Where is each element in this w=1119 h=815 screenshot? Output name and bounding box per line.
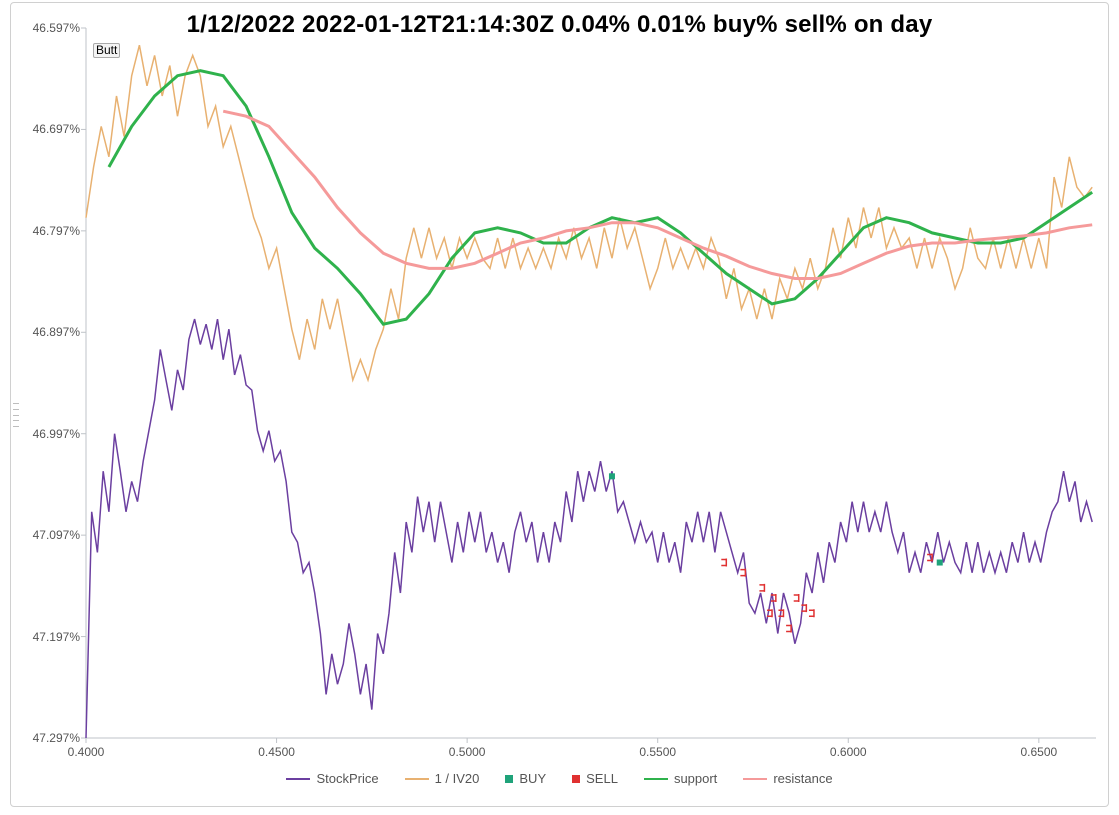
resize-grip-left[interactable]	[13, 403, 19, 427]
line-swatch-icon	[743, 778, 767, 780]
legend: StockPrice 1 / IV20 BUY SELL support res…	[11, 771, 1108, 786]
sell-marker	[786, 624, 791, 632]
square-swatch-icon	[505, 775, 513, 783]
y-tick-label: 47.197%	[33, 630, 80, 644]
y-tick-label: 46.797%	[33, 224, 80, 238]
y-tick-label: 46.697%	[33, 122, 80, 136]
legend-label: BUY	[519, 771, 546, 786]
series-support	[109, 71, 1092, 325]
legend-label: SELL	[586, 771, 618, 786]
x-tick-label: 0.5500	[639, 745, 676, 759]
legend-label: resistance	[773, 771, 832, 786]
y-tick-label: 47.297%	[33, 731, 80, 745]
y-tick-label: 46.997%	[33, 427, 80, 441]
buy-marker	[609, 473, 615, 479]
legend-item-buy[interactable]: BUY	[505, 771, 546, 786]
plot-area[interactable]	[86, 28, 1096, 738]
y-tick-label: 46.597%	[33, 21, 80, 35]
sell-marker	[794, 594, 799, 602]
line-swatch-icon	[644, 778, 668, 780]
legend-label: support	[674, 771, 717, 786]
legend-item-iv20[interactable]: 1 / IV20	[405, 771, 480, 786]
legend-item-support[interactable]: support	[644, 771, 717, 786]
legend-item-stockprice[interactable]: StockPrice	[286, 771, 378, 786]
x-tick-label: 0.6000	[830, 745, 867, 759]
x-tick-label: 0.5000	[449, 745, 486, 759]
legend-item-sell[interactable]: SELL	[572, 771, 618, 786]
sell-marker	[927, 553, 932, 561]
y-tick-label: 46.897%	[33, 325, 80, 339]
x-tick-label: 0.6500	[1020, 745, 1057, 759]
square-swatch-icon	[572, 775, 580, 783]
legend-item-resistance[interactable]: resistance	[743, 771, 832, 786]
legend-label: StockPrice	[316, 771, 378, 786]
x-tick-label: 0.4000	[68, 745, 105, 759]
sell-marker	[721, 559, 726, 567]
x-tick-label: 0.4500	[258, 745, 295, 759]
legend-label: 1 / IV20	[435, 771, 480, 786]
line-swatch-icon	[286, 778, 310, 780]
series-resistance	[223, 111, 1092, 278]
sell-marker	[740, 569, 745, 577]
sell-marker	[809, 609, 814, 617]
chart-frame: 1/12/2022 2022-01-12T21:14:30Z 0.04% 0.0…	[10, 2, 1109, 807]
line-swatch-icon	[405, 778, 429, 780]
buy-marker	[937, 560, 943, 566]
sell-marker	[759, 584, 764, 592]
y-tick-label: 47.097%	[33, 528, 80, 542]
series-stockprice	[86, 319, 1092, 738]
